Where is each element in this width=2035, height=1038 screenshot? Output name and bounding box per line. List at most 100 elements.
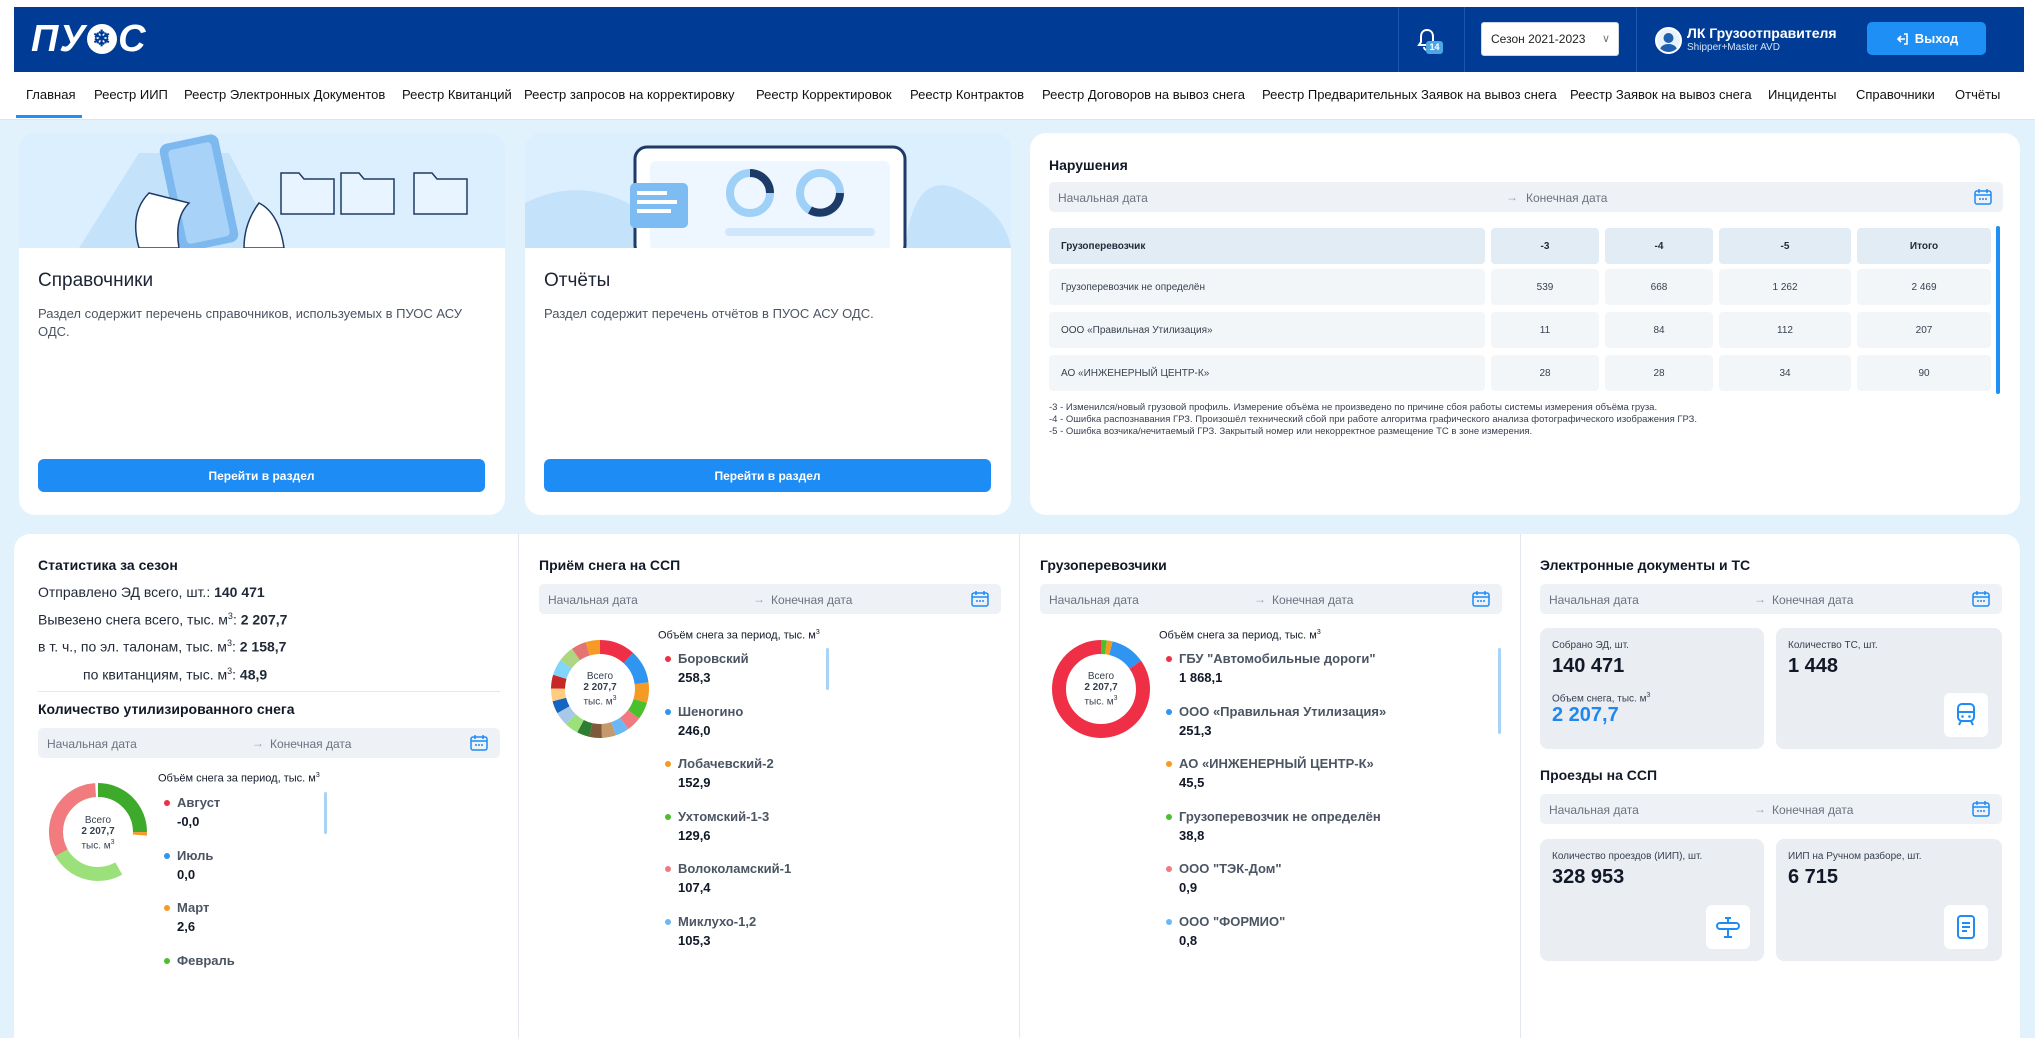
snowflake-icon: ❄ xyxy=(87,24,118,54)
train-icon xyxy=(1944,693,1988,737)
carriers-donut-center: Всего 2 207,7 тыс. м3 xyxy=(1084,671,1118,708)
tile-label: ИИП на Ручном разборе, шт. xyxy=(1788,851,1922,862)
nav-item-references[interactable]: Справочники xyxy=(1856,87,1935,102)
legend-value: 45,5 xyxy=(1179,775,1205,790)
reports-illustration xyxy=(525,133,1011,248)
reports-go-button[interactable]: Перейти в раздел xyxy=(544,459,991,492)
calendar-icon[interactable] xyxy=(1472,590,1490,607)
ssp-donut-center: Всего 2 207,7 тыс. м3 xyxy=(583,671,617,708)
legend-scrollbar[interactable] xyxy=(324,792,327,834)
tile-label: Количество ТС, шт. xyxy=(1788,640,1878,651)
start-date-input[interactable]: Начальная дата xyxy=(1549,803,1639,817)
end-date-input[interactable]: Конечная дата xyxy=(1772,593,1853,607)
end-date-input[interactable]: Конечная дата xyxy=(270,737,351,751)
legend-label: Август xyxy=(177,795,221,810)
end-date-input[interactable]: Конечная дата xyxy=(771,593,852,607)
references-title: Справочники xyxy=(38,270,154,291)
legend-label: АО «ИНЖЕНЕРНЫЙ ЦЕНТР-К» xyxy=(1179,756,1374,771)
avatar[interactable] xyxy=(1655,27,1682,54)
nav-item-preliminary-requests[interactable]: Реестр Предварительных Заявок на вывоз с… xyxy=(1262,87,1557,102)
nav-item-reports[interactable]: Отчёты xyxy=(1955,87,2000,102)
nav-item-corrections-registry[interactable]: Реестр Корректировок xyxy=(756,87,892,102)
nav-item-contracts-registry[interactable]: Реестр Контрактов xyxy=(910,87,1024,102)
end-date-input[interactable]: Конечная дата xyxy=(1272,593,1353,607)
chevron-down-icon: ∨ xyxy=(1601,33,1610,45)
user-icon xyxy=(1659,33,1678,52)
legend-label: Волоколамский-1 xyxy=(678,861,792,876)
calendar-icon[interactable] xyxy=(971,590,989,607)
nav-item-snow-requests[interactable]: Реестр Заявок на вывоз снега xyxy=(1570,87,1752,102)
start-date-input[interactable]: Начальная дата xyxy=(548,593,638,607)
note-line: -3 - Изменился/новый грузовой профиль. И… xyxy=(1049,402,1658,413)
calendar-icon[interactable] xyxy=(1972,800,1990,817)
start-date-input[interactable]: Начальная дата xyxy=(1058,191,1148,205)
legend-dot xyxy=(665,866,671,872)
table-cell: 11 xyxy=(1491,312,1599,348)
ssp-date-range[interactable]: Начальная дата → Конечная дата xyxy=(539,584,1001,614)
carriers-date-range[interactable]: Начальная дата → Конечная дата xyxy=(1040,584,1502,614)
tile-value: 140 471 xyxy=(1552,655,1625,677)
nav-item-home[interactable]: Главная xyxy=(26,87,75,102)
notifications-button[interactable]: 14 xyxy=(1412,24,1444,56)
references-illustration xyxy=(19,133,505,248)
calendar-icon[interactable] xyxy=(470,734,488,751)
end-date-input[interactable]: Конечная дата xyxy=(1772,803,1853,817)
tile-value: 1 448 xyxy=(1788,655,1839,677)
start-date-input[interactable]: Начальная дата xyxy=(1549,593,1639,607)
table-cell: 2 469 xyxy=(1857,269,1991,305)
legend-value: 152,9 xyxy=(678,775,711,790)
table-header-total[interactable]: Итого xyxy=(1857,228,1991,264)
main-nav: Главная Реестр ИИП Реестр Электронных До… xyxy=(0,72,2035,120)
violations-notes: -3 - Изменился/новый грузовой профиль. И… xyxy=(1049,402,1697,438)
references-go-button[interactable]: Перейти в раздел xyxy=(38,459,485,492)
calendar-icon[interactable] xyxy=(1972,590,1990,607)
passes-title: Проезды на ССП xyxy=(1540,767,1658,783)
legend-label: Ухтомский-1-3 xyxy=(678,809,770,824)
end-date-input[interactable]: Конечная дата xyxy=(1526,191,1607,205)
nav-item-incidents[interactable]: Инциденты xyxy=(1768,87,1837,102)
season-select[interactable]: Сезон 2021-2023 ∨ xyxy=(1481,22,1619,56)
legend-dot xyxy=(164,958,170,964)
table-header-code5[interactable]: -5 xyxy=(1719,228,1851,264)
edocs-date-range[interactable]: Начальная дата → Конечная дата xyxy=(1540,584,2002,614)
start-date-input[interactable]: Начальная дата xyxy=(1049,593,1139,607)
violations-date-range[interactable]: Начальная дата → Конечная дата xyxy=(1049,182,2003,212)
arrow-right-icon: → xyxy=(252,736,264,750)
barrier-icon xyxy=(1706,905,1750,949)
table-cell: ООО «Правильная Утилизация» xyxy=(1049,312,1485,348)
nav-item-receipts-registry[interactable]: Реестр Квитанций xyxy=(402,87,512,102)
table-cell: 1 262 xyxy=(1719,269,1851,305)
legend-dot xyxy=(665,814,671,820)
passes-date-range[interactable]: Начальная дата → Конечная дата xyxy=(1540,794,2002,824)
nav-item-iip-registry[interactable]: Реестр ИИП xyxy=(94,87,168,102)
legend-dot xyxy=(164,905,170,911)
start-date-input[interactable]: Начальная дата xyxy=(47,737,137,751)
legend-value: 0,0 xyxy=(177,867,196,882)
logout-button[interactable]: Выход xyxy=(1867,22,1986,55)
tile-label: Количество проездов (ИИП), шт. xyxy=(1552,851,1703,862)
legend-label: Грузоперевозчик не определён xyxy=(1179,809,1381,824)
legend-dot xyxy=(1166,866,1172,872)
table-cell: 668 xyxy=(1605,269,1713,305)
legend-label: Боровский xyxy=(678,651,749,666)
table-header-carrier[interactable]: Грузоперевозчик xyxy=(1049,228,1485,264)
legend-value: 129,6 xyxy=(678,828,711,843)
divider xyxy=(38,691,500,692)
stat-sent: Отправлено ЭД всего, шт.: 140 471 xyxy=(38,584,265,600)
table-header-code4[interactable]: -4 xyxy=(1605,228,1713,264)
app-logo[interactable]: ПУ ❄ С xyxy=(31,18,147,60)
nav-item-snow-agreements[interactable]: Реестр Договоров на вывоз снега xyxy=(1042,87,1245,102)
nav-item-edocs-registry[interactable]: Реестр Электронных Документов xyxy=(184,87,385,102)
legend-scrollbar[interactable] xyxy=(826,648,829,690)
legend-scrollbar[interactable] xyxy=(1498,648,1501,734)
calendar-icon[interactable] xyxy=(1974,188,1992,205)
table-header-code3[interactable]: -3 xyxy=(1491,228,1599,264)
violations-title: Нарушения xyxy=(1049,157,1128,173)
column-divider xyxy=(1520,534,1521,1038)
legend-dot xyxy=(665,709,671,715)
table-scrollbar[interactable] xyxy=(1996,226,2000,394)
legend-dot xyxy=(1166,814,1172,820)
utilized-date-range[interactable]: Начальная дата → Конечная дата xyxy=(38,728,500,758)
nav-item-correction-requests[interactable]: Реестр запросов на корректировку xyxy=(524,87,734,102)
note-line: -5 - Ошибка возчика/нечитаемый ГРЗ. Закр… xyxy=(1049,426,1533,437)
